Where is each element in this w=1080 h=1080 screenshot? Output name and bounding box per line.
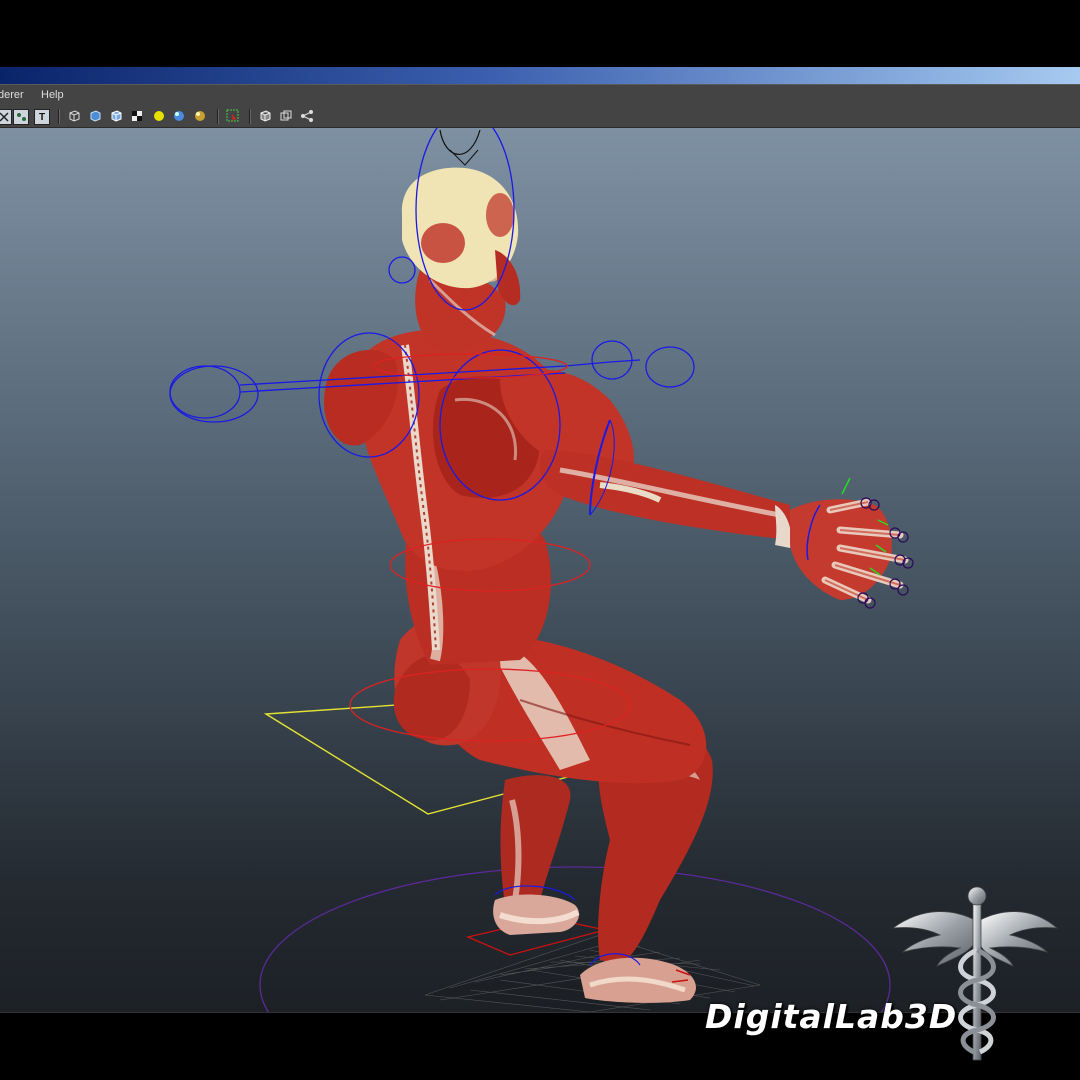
muscle-figure	[324, 167, 909, 1003]
menu-renderer[interactable]: derer	[0, 89, 24, 101]
watermark-text: DigitalLab3D	[705, 997, 958, 1036]
toolbar-separator	[249, 109, 251, 124]
isolate-select-icon[interactable]	[258, 109, 272, 123]
default-light-icon[interactable]	[152, 109, 166, 123]
text-tool-icon[interactable]: T	[34, 109, 50, 125]
joints-display-icon[interactable]	[300, 109, 314, 123]
top-black-border	[0, 0, 1080, 67]
display-options-icon[interactable]	[13, 109, 29, 125]
select-tool-icon[interactable]	[226, 109, 240, 123]
wireframe-cube-icon[interactable]	[67, 109, 81, 123]
checker-texture-icon[interactable]	[130, 109, 144, 123]
toolbar-separator	[58, 109, 60, 124]
menu-help[interactable]: Help	[41, 89, 64, 101]
smooth-shade-cube-icon[interactable]	[88, 109, 102, 123]
wireframe-on-shaded-icon[interactable]	[109, 109, 123, 123]
all-lights-icon[interactable]	[172, 109, 186, 123]
xray-icon[interactable]	[279, 109, 293, 123]
window-title-bar	[0, 67, 1080, 84]
shadows-icon[interactable]	[193, 109, 207, 123]
panel-menu-bar: derer Help	[0, 84, 1080, 106]
panel-toolbar: T	[0, 106, 1080, 128]
snap-grid-icon[interactable]	[0, 109, 12, 125]
text-tool-glyph: T	[38, 111, 46, 123]
caduceus-icon	[891, 886, 1059, 1061]
toolbar-separator	[217, 109, 219, 124]
